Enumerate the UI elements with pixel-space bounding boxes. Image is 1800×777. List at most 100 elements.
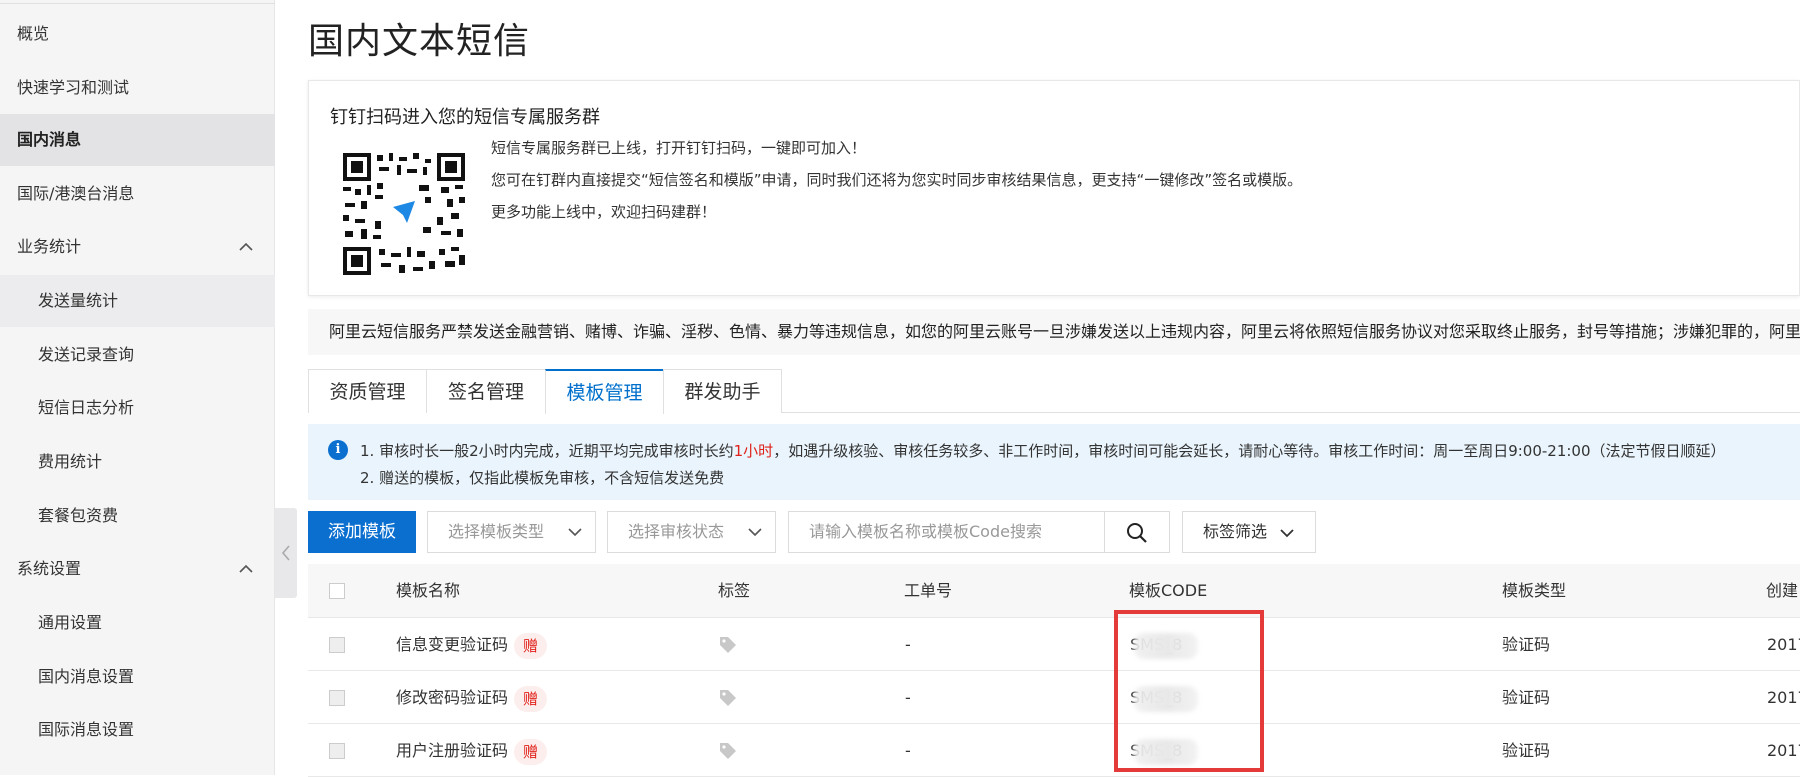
column-header: 模板名称 bbox=[396, 581, 461, 600]
review-status-select[interactable]: 选择审核状态 bbox=[607, 511, 776, 553]
search-input[interactable]: 请输入模板名称或模板Code搜索 bbox=[788, 511, 1106, 553]
column-header: 标签 bbox=[718, 581, 751, 600]
sidebar-top-divider bbox=[0, 0, 275, 4]
template-name: 用户注册验证码 bbox=[396, 741, 509, 760]
template-name-cell: 信息变更验证码赠 bbox=[396, 618, 548, 671]
template-type-select[interactable]: 选择模板类型 bbox=[427, 511, 596, 553]
info-text: ，如遇升级核验、审核任务较多、非工作时间，审核时间可能会延长，请耐心等待。审核工… bbox=[773, 442, 1726, 460]
sidebar-item-domestic-settings[interactable]: 国内消息设置 bbox=[0, 651, 275, 703]
tab-template[interactable]: 模板管理 bbox=[545, 369, 664, 414]
sidebar-item-general-settings[interactable]: 通用设置 bbox=[0, 597, 275, 649]
promo-text-line: 更多功能上线中，欢迎扫码建群！ bbox=[491, 203, 717, 221]
chevron-up-icon bbox=[239, 242, 253, 251]
template-name: 修改密码验证码 bbox=[396, 688, 509, 707]
template-name-cell: 修改密码验证码赠 bbox=[396, 671, 548, 724]
promo-text-line: 短信专属服务群已上线，打开钉钉扫码，一键即可加入！ bbox=[491, 139, 867, 157]
sidebar-item-international[interactable]: 国际/港澳台消息 bbox=[0, 168, 275, 220]
table-row[interactable]: 用户注册验证码赠 - SMS_8 验证码 2017 bbox=[308, 724, 1800, 777]
created-time: 2017 bbox=[1767, 635, 1800, 654]
chevron-down-icon bbox=[1280, 529, 1294, 538]
search-button[interactable] bbox=[1104, 511, 1170, 553]
table-row[interactable]: 修改密码验证码赠 - SMS_8 验证码 2017 bbox=[308, 671, 1800, 724]
tag-filter-label: 标签筛选 bbox=[1203, 522, 1268, 541]
gift-badge: 赠 bbox=[514, 632, 548, 659]
created-time: 2017 bbox=[1767, 688, 1800, 707]
sidebar-item-cost[interactable]: 费用统计 bbox=[0, 436, 275, 488]
table-row[interactable]: 信息变更验证码赠 - SMS_8 验证码 2017 bbox=[308, 618, 1800, 671]
tab-bulk-send[interactable]: 群发助手 bbox=[663, 369, 782, 413]
info-line-1: 1. 审核时长一般2小时内完成，近期平均完成审核时长约1小时，如遇升级核验、审核… bbox=[360, 440, 1726, 461]
row-checkbox[interactable] bbox=[329, 690, 345, 706]
tab-qualification[interactable]: 资质管理 bbox=[308, 369, 427, 413]
chevron-left-icon bbox=[281, 545, 290, 561]
tag-icon[interactable] bbox=[718, 741, 738, 761]
info-banner: i 1. 审核时长一般2小时内完成，近期平均完成审核时长约1小时，如遇升级核验、… bbox=[308, 424, 1800, 500]
sidebar-item-international-settings[interactable]: 国际消息设置 bbox=[0, 704, 275, 756]
info-icon: i bbox=[328, 440, 348, 460]
sidebar-item-label: 套餐包资费 bbox=[38, 506, 119, 525]
sidebar-group-statistics[interactable]: 业务统计 bbox=[0, 221, 275, 273]
sidebar-item-label: 系统设置 bbox=[17, 559, 82, 578]
sidebar-item-label: 概览 bbox=[17, 24, 50, 43]
page-title: 国内文本短信 bbox=[308, 21, 531, 62]
sidebar-item-label: 业务统计 bbox=[17, 237, 82, 256]
sidebar-item-label: 国内消息设置 bbox=[38, 667, 135, 686]
sidebar: 概览 快速学习和测试 国内消息 国际/港澳台消息 业务统计 发送量统计 发送记录… bbox=[0, 0, 275, 775]
sidebar-item-label: 短信日志分析 bbox=[38, 398, 135, 417]
template-name: 信息变更验证码 bbox=[396, 635, 509, 654]
sidebar-item-domestic[interactable]: 国内消息 bbox=[0, 114, 275, 166]
sidebar-item-send-volume[interactable]: 发送量统计 bbox=[0, 275, 275, 327]
sidebar-item-package[interactable]: 套餐包资费 bbox=[0, 490, 275, 542]
sidebar-item-label: 国际消息设置 bbox=[38, 720, 135, 739]
sidebar-collapse-handle[interactable] bbox=[275, 508, 297, 598]
sidebar-item-quick-start[interactable]: 快速学习和测试 bbox=[0, 62, 275, 114]
info-text: 1. 审核时长一般2小时内完成，近期平均完成审核时长约 bbox=[360, 442, 734, 460]
column-header: 创建 bbox=[1766, 581, 1799, 600]
info-line-2: 2. 赠送的模板，仅指此模板免审核，不含短信发送免费 bbox=[360, 469, 725, 487]
chevron-up-icon bbox=[239, 564, 253, 573]
row-checkbox[interactable] bbox=[329, 637, 345, 653]
sidebar-item-overview[interactable]: 概览 bbox=[0, 8, 275, 60]
add-template-button[interactable]: 添加模板 bbox=[308, 511, 416, 553]
sidebar-item-log-analysis[interactable]: 短信日志分析 bbox=[0, 382, 275, 434]
chevron-down-icon bbox=[568, 528, 582, 537]
sidebar-item-label: 通用设置 bbox=[38, 613, 103, 632]
template-code-highlight-box bbox=[1114, 610, 1264, 772]
sidebar-item-send-records[interactable]: 发送记录查询 bbox=[0, 329, 275, 381]
sidebar-item-label: 国际/港澳台消息 bbox=[17, 184, 135, 203]
select-all-checkbox[interactable] bbox=[329, 583, 345, 599]
order-number: - bbox=[905, 741, 911, 760]
tag-icon[interactable] bbox=[718, 635, 738, 655]
compliance-notice: 阿里云短信服务严禁发送金融营销、赌博、诈骗、淫秽、色情、暴力等违规信息，如您的阿… bbox=[308, 309, 1800, 355]
promo-title: 钉钉扫码进入您的短信专属服务群 bbox=[330, 107, 600, 128]
gift-badge: 赠 bbox=[514, 685, 548, 712]
tab-signature[interactable]: 签名管理 bbox=[426, 369, 546, 413]
order-number: - bbox=[905, 635, 911, 654]
template-type: 验证码 bbox=[1502, 635, 1551, 654]
gift-badge: 赠 bbox=[514, 738, 548, 765]
row-checkbox[interactable] bbox=[329, 743, 345, 759]
tab-bar: 资质管理 签名管理 模板管理 群发助手 bbox=[308, 369, 1800, 414]
sidebar-item-label: 费用统计 bbox=[38, 452, 103, 471]
order-number: - bbox=[905, 688, 911, 707]
sidebar-group-settings[interactable]: 系统设置 bbox=[0, 543, 275, 595]
sidebar-item-label: 快速学习和测试 bbox=[17, 78, 130, 97]
select-placeholder: 选择审核状态 bbox=[628, 522, 725, 541]
promo-text-line: 您可在钉群内直接提交“短信签名和模版”申请，同时我们还将为您实时同步审核结果信息… bbox=[491, 171, 1303, 189]
tag-filter-button[interactable]: 标签筛选 bbox=[1182, 511, 1316, 553]
template-type: 验证码 bbox=[1502, 688, 1551, 707]
sidebar-item-label: 发送量统计 bbox=[38, 291, 119, 310]
table-header: 模板名称 标签 工单号 模板CODE 模板类型 创建 bbox=[308, 564, 1800, 618]
qr-code-icon bbox=[341, 151, 467, 277]
info-highlight: 1小时 bbox=[733, 442, 774, 460]
column-header: 模板类型 bbox=[1502, 581, 1567, 600]
search-icon bbox=[1127, 523, 1147, 543]
column-header: 工单号 bbox=[904, 581, 953, 600]
select-placeholder: 选择模板类型 bbox=[448, 522, 545, 541]
sidebar-item-label: 发送记录查询 bbox=[38, 345, 135, 364]
chevron-down-icon bbox=[748, 528, 762, 537]
tag-icon[interactable] bbox=[718, 688, 738, 708]
created-time: 2017 bbox=[1767, 741, 1800, 760]
dingtalk-promo-card: 钉钉扫码进入您的短信专属服务群 短信专属服务群已上线，打开钉钉扫码，一键即可加入… bbox=[308, 80, 1800, 296]
sidebar-item-label: 国内消息 bbox=[17, 130, 82, 149]
